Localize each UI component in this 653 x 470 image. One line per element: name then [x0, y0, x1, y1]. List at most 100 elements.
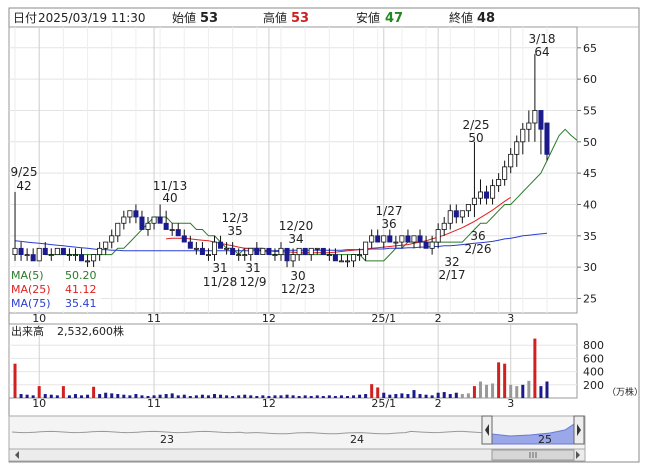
- candle: [490, 185, 496, 199]
- close-value: 48: [477, 11, 495, 26]
- annotation-date: 12/23: [281, 282, 316, 296]
- volume-bar: [73, 394, 77, 398]
- candle: [66, 254, 72, 257]
- candle: [393, 241, 399, 244]
- volume-bar: [134, 394, 138, 398]
- volume-bar: [98, 394, 102, 398]
- navigator-right-handle[interactable]: [573, 415, 585, 445]
- candle: [272, 254, 278, 257]
- candle: [205, 254, 211, 257]
- annotation-date: 3/18: [529, 32, 556, 46]
- navigator-year-label: 24: [350, 433, 364, 446]
- ma-legend: MA(5) 50.20 MA(25) 41.12 MA(75) 35.41: [10, 267, 101, 311]
- annotation-date: 2/26: [465, 242, 492, 256]
- volume-bar: [285, 394, 289, 398]
- close-label: 終値: [449, 10, 473, 25]
- annotation-value: 40: [162, 191, 177, 205]
- candle: [526, 122, 532, 130]
- candle: [363, 241, 369, 255]
- candle: [508, 153, 514, 168]
- candle: [236, 254, 242, 257]
- candle: [405, 235, 411, 243]
- candle: [193, 247, 199, 250]
- volume-bar: [279, 395, 283, 398]
- candle: [411, 235, 417, 243]
- volume-tick-label: 600: [583, 352, 604, 365]
- candle: [54, 247, 60, 255]
- candle: [332, 254, 338, 262]
- volume-bar: [485, 384, 489, 398]
- volume-bar: [533, 338, 537, 398]
- volume-bar: [400, 393, 404, 398]
- candle: [429, 241, 435, 249]
- annotation-value: 50: [468, 131, 483, 145]
- candle: [115, 222, 121, 237]
- volume-bar: [92, 386, 96, 398]
- volume-panel: 200400600800 出来高 2,532,600株 （万株）: [8, 323, 643, 399]
- candle: [224, 247, 230, 250]
- range-navigator[interactable]: 23 24 25: [8, 415, 586, 462]
- candle: [175, 229, 181, 237]
- candle: [163, 222, 169, 230]
- candle: [151, 216, 157, 224]
- candle: [139, 216, 145, 230]
- candle: [187, 241, 193, 249]
- candle: [399, 235, 405, 243]
- volume-bar: [237, 395, 241, 398]
- date-value: 2025/03/19 11:30: [38, 11, 146, 25]
- candle: [369, 235, 375, 243]
- volume-value: 2,532,600株: [57, 324, 124, 338]
- candle: [278, 247, 284, 255]
- candle: [314, 247, 320, 250]
- month-label: 2: [435, 397, 442, 410]
- volume-y-axis: 200400600800: [583, 339, 604, 392]
- low-value: 47: [385, 11, 403, 26]
- open-label: 始値: [172, 10, 196, 25]
- volume-bar: [327, 395, 331, 398]
- candle: [417, 235, 423, 243]
- volume-label: 出来高: [11, 324, 44, 338]
- high-label: 高値: [263, 10, 287, 25]
- volume-bar: [358, 394, 362, 398]
- annotation-date: 12/20: [279, 219, 314, 233]
- candle: [423, 241, 429, 249]
- annotation-date: 2/17: [439, 268, 466, 282]
- candle: [260, 247, 266, 255]
- price-tick-label: 30: [583, 261, 597, 274]
- candle: [12, 247, 18, 255]
- volume-bar: [122, 394, 126, 398]
- volume-bar: [110, 393, 114, 398]
- volume-bar: [13, 363, 17, 398]
- month-label: 12: [262, 312, 276, 325]
- candle: [254, 247, 260, 255]
- annotation-value: 42: [16, 179, 31, 193]
- price-tick-label: 60: [583, 73, 597, 86]
- annotation-value: 31: [212, 261, 227, 275]
- candle: [344, 260, 351, 263]
- candle: [218, 241, 224, 249]
- volume-tick-label: 400: [583, 366, 604, 379]
- volume-bar: [430, 395, 434, 398]
- candle: [242, 254, 248, 257]
- ma75-value: 35.41: [65, 297, 97, 310]
- candle: [544, 122, 550, 155]
- volume-bar: [104, 392, 108, 398]
- navigator-left-handle[interactable]: [481, 415, 493, 445]
- volume-bar: [339, 395, 343, 398]
- volume-bar: [352, 395, 356, 398]
- candle: [520, 128, 526, 143]
- high-value: 53: [291, 11, 309, 26]
- ma25-label: MA(25): [11, 283, 51, 296]
- price-tick-label: 55: [583, 104, 597, 117]
- volume-unit: （万株）: [607, 386, 643, 398]
- candle: [302, 247, 308, 255]
- annotation-date: 9/25: [11, 165, 38, 179]
- volume-bar: [61, 386, 65, 398]
- volume-bar: [188, 396, 192, 398]
- volume-bar: [539, 386, 543, 398]
- volume-bar: [364, 394, 368, 398]
- candle: [230, 247, 236, 255]
- candle: [24, 254, 30, 257]
- candle: [514, 141, 520, 155]
- volume-bar: [424, 394, 428, 398]
